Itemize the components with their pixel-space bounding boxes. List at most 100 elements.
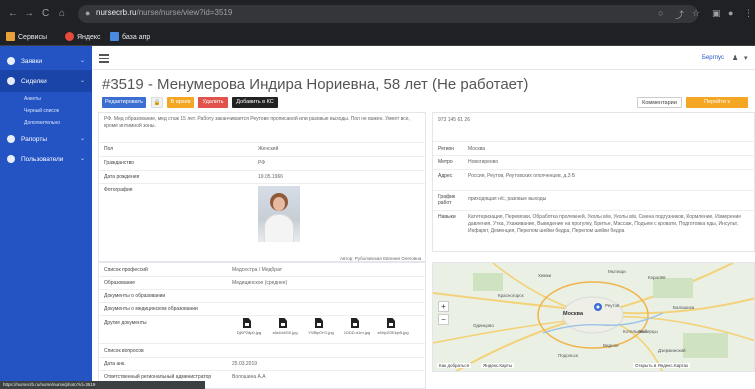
sidebar-sub-extra[interactable]: Дополнительно: [24, 120, 60, 126]
apps-icon: [6, 32, 15, 41]
comments-button[interactable]: Комментарии: [637, 97, 682, 108]
sidebar-item-nurses[interactable]: Сиделки ⌄: [0, 70, 92, 92]
label-schedule: График работ: [438, 194, 456, 206]
hamburger-icon[interactable]: [99, 54, 109, 65]
nurses-icon: [7, 77, 15, 85]
label-questions: Список вопросов: [104, 348, 144, 354]
label-medical-docs: Документы о медицинском образовании: [104, 306, 198, 312]
nurse-photo[interactable]: [258, 186, 300, 242]
file-icon: [315, 318, 323, 328]
sidebar-item-reports[interactable]: Рапорты ⌄: [0, 128, 92, 150]
bookmark-yandex[interactable]: Яндекс: [65, 32, 101, 41]
browser-toolbar: ← → C ⌂ ● nursecrb.ru/nurse/nurse/view?i…: [0, 0, 755, 28]
go-to-user-button[interactable]: Перейти к пользователю: [686, 97, 748, 116]
value-date: 25.03.2019: [232, 361, 258, 367]
file-icon: [279, 318, 287, 328]
home-icon[interactable]: ⌂: [59, 8, 65, 19]
zoom-out-button[interactable]: −: [438, 314, 449, 325]
value-birthdate: 19.05.1966: [258, 174, 284, 180]
forward-icon[interactable]: →: [24, 8, 34, 19]
map-town-label: Видное: [603, 343, 619, 348]
address-url: nursecrb.ru/nurse/nurse/view?id=3519: [96, 8, 233, 17]
map-town-label: Королёв: [648, 275, 666, 280]
map-town-label: Красногорск: [498, 293, 524, 298]
reports-icon: [7, 135, 15, 143]
file-icon: [351, 318, 359, 328]
yandex-icon: [65, 32, 74, 41]
chevron-down-icon: ⌄: [79, 156, 85, 162]
sidebar-item-orders[interactable]: Заявки ⌄: [0, 50, 92, 72]
back-icon[interactable]: ←: [8, 8, 18, 19]
value-gender: Женский: [258, 146, 279, 152]
label-address: Адрес: [438, 173, 453, 179]
bookmark-apps[interactable]: Сервисы: [6, 32, 47, 41]
menu-icon[interactable]: ⋮: [744, 8, 753, 19]
label-photo: Фотография: [104, 187, 133, 193]
label-education-docs: Документы о образовании: [104, 293, 166, 299]
search-icon[interactable]: ○: [658, 8, 663, 18]
address-bar[interactable]: ● nursecrb.ru/nurse/nurse/view?id=3519: [78, 5, 698, 23]
phone-number[interactable]: 973 145 61 26: [438, 117, 470, 123]
chevron-down-icon: ⌄: [79, 58, 85, 64]
users-icon: [7, 155, 15, 163]
delete-button[interactable]: Удалить: [198, 97, 228, 108]
label-gender: Пол: [104, 146, 114, 152]
label-citizenship: Гражданство: [104, 160, 134, 166]
profile-icon[interactable]: ●: [728, 8, 733, 18]
orders-icon: [7, 57, 15, 65]
value-region: Москва: [468, 146, 486, 152]
map-town-label: Подольск: [558, 353, 578, 358]
value-skills: Катетеризация, Перевязки, Обработка прол…: [468, 214, 742, 234]
value-citizenship: РФ: [258, 160, 266, 166]
map-town-label: Мытищи: [608, 269, 626, 274]
value-education: Медицинское (среднее): [232, 280, 288, 286]
add-to-ks-button[interactable]: Добавить в КС: [232, 97, 278, 108]
value-address: Россия, Реутов, Реутовских ополченцев, д…: [468, 173, 576, 179]
zoom-in-button[interactable]: +: [438, 301, 449, 312]
label-other-docs: Другие документы: [104, 320, 147, 326]
photo-author: Автор: Руболовская Евгения Олеговна: [340, 256, 422, 261]
map-town-label: Одинцово: [473, 323, 494, 328]
bookmark-base[interactable]: база апр: [110, 32, 150, 41]
map-city-label: Москва: [563, 311, 584, 317]
edit-button[interactable]: Редактировать: [102, 97, 146, 108]
nurse-note: РФ. Мед образование, мед стаж 15 лет. Ра…: [104, 116, 410, 129]
label-admin: Ответственный региональный администратор: [104, 374, 212, 380]
lock-button[interactable]: 🔒: [151, 97, 163, 108]
bell-icon[interactable]: ♟: [732, 54, 738, 62]
chevron-down-icon: ⌄: [79, 78, 85, 84]
label-region: Регион: [438, 146, 455, 152]
label-education: Образование: [104, 280, 135, 286]
sidebar-sub-profiles[interactable]: Анкеты: [24, 96, 41, 102]
value-metro: Новогиреево: [468, 159, 499, 165]
browser-status-bar: https://nursecrb.ru/nurse/nurse/photo?id…: [0, 381, 205, 389]
value-admin: Волошина А.А: [232, 374, 266, 380]
top-bar: Бергпус ♟ ▾: [92, 46, 755, 70]
page-title: #3519 - Менумерова Индира Нориевна, 58 л…: [102, 76, 529, 93]
settings-icon[interactable]: ▾: [744, 54, 748, 62]
label-date: Дата анк.: [104, 361, 126, 367]
current-user[interactable]: Бергпус: [702, 55, 724, 61]
star-icon[interactable]: ☆: [692, 8, 700, 19]
value-schedule: приходящая н/с, разовые выходы: [468, 196, 547, 202]
map-open-link[interactable]: Открыть в Яндекс.Картах: [633, 363, 691, 368]
value-professions: Медсестра / Медбрат: [232, 267, 283, 273]
map-roads: [433, 263, 754, 371]
reload-icon[interactable]: C: [42, 8, 49, 19]
map-town-label: Балашиха: [673, 305, 695, 310]
bookmark-icon: [110, 32, 119, 41]
file-icon: [387, 318, 395, 328]
location-map[interactable]: + − Москва Химки Мытищи Королёв Балашиха…: [432, 262, 755, 372]
sidebar-item-users[interactable]: Пользователи ⌄: [0, 148, 92, 170]
label-birthdate: Дата рождения: [104, 174, 140, 180]
lock-icon: ●: [85, 8, 91, 18]
share-icon[interactable]: ⤴: [675, 8, 684, 21]
map-directions-link[interactable]: Как добраться: [437, 363, 472, 368]
map-yandex-logo[interactable]: Яндекс.Карты: [481, 363, 515, 368]
sidebar-sub-blacklist[interactable]: Черный список: [24, 108, 59, 114]
lock-icon: 🔒: [153, 100, 161, 106]
map-town-label: Реутов: [605, 303, 620, 308]
archive-button[interactable]: В архив: [167, 97, 194, 108]
tab-icon[interactable]: ▣: [712, 8, 721, 19]
map-town-label: Котельники: [623, 329, 647, 334]
